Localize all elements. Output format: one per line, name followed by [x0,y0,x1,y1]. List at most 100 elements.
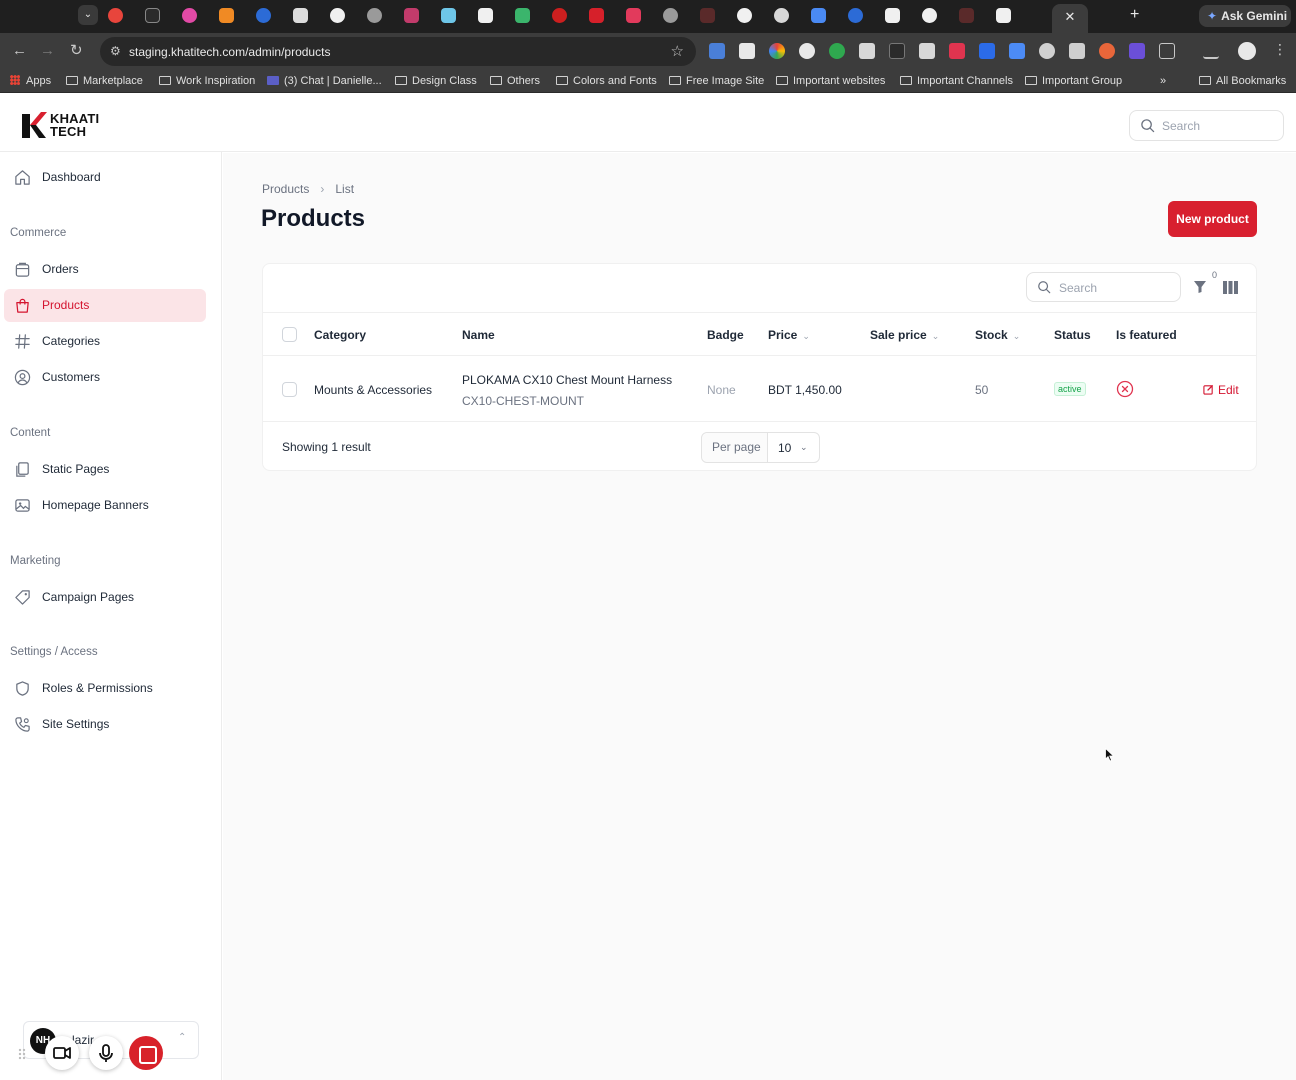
column-header-stock[interactable]: Stock ⌄ [975,328,1020,342]
bookmark-all[interactable]: All Bookmarks [1199,75,1286,87]
edit-row-link[interactable]: Edit [1203,383,1239,397]
tab-favicon[interactable] [774,8,789,23]
extension-icon[interactable] [769,43,785,59]
sidebar-item-dashboard[interactable]: Dashboard [4,161,206,194]
per-page-select[interactable]: Per page 10 ⌄ [701,432,820,463]
sidebar-item-products[interactable]: Products [4,289,206,322]
bookmark-folder[interactable]: Others [490,75,540,87]
reload-icon[interactable]: ↻ [70,42,83,60]
extension-icon[interactable] [1129,43,1145,59]
tab-favicon[interactable] [330,8,345,23]
global-search-input[interactable]: Search [1129,110,1284,141]
bookmark-star-icon[interactable]: ☆ [671,42,684,60]
tab-favicon[interactable] [256,8,271,23]
tab-favicon[interactable] [182,8,197,23]
extension-icon[interactable] [1069,43,1085,59]
extension-icon[interactable] [1039,43,1055,59]
tab-favicon[interactable] [700,8,715,23]
column-header-price[interactable]: Price ⌄ [768,328,810,342]
tab-favicon[interactable] [441,8,456,23]
extension-icon[interactable] [709,43,725,59]
puzzle-extensions-icon[interactable] [1159,43,1175,59]
chevron-down-icon: ⌄ [931,331,940,341]
tab-favicon[interactable] [848,8,863,23]
bookmark-folder[interactable]: Work Inspiration [159,75,255,87]
tab-favicon[interactable] [996,8,1011,23]
browser-menu-icon[interactable]: ⋮ [1273,41,1287,58]
extension-icon[interactable] [1099,43,1115,59]
tab-favicon[interactable] [108,8,123,23]
tab-favicon[interactable] [959,8,974,23]
column-header-sale-price[interactable]: Sale price ⌄ [870,328,939,342]
tab-favicon[interactable] [515,8,530,23]
timer-extension-icon[interactable] [829,43,845,59]
bookmark-folder[interactable]: Important Group [1025,75,1122,87]
new-product-button[interactable]: New product [1168,201,1257,237]
profile-avatar-icon[interactable] [1238,42,1256,60]
download-icon[interactable] [1203,43,1219,59]
stop-recording-button[interactable] [129,1036,163,1070]
camera-toggle-button[interactable] [45,1036,79,1070]
bookmark-folder[interactable]: Important Channels [900,75,1013,87]
extension-icon[interactable] [859,43,875,59]
drag-handle-icon[interactable] [18,1048,26,1060]
microphone-toggle-button[interactable] [89,1036,123,1070]
bookmark-folder[interactable]: Marketplace [66,75,143,87]
extension-icon[interactable] [949,43,965,59]
sidebar-item-campaign-pages[interactable]: Campaign Pages [4,581,206,614]
bookmark-folder[interactable]: Free Image Site [669,75,764,87]
sidebar-item-customers[interactable]: Customers [4,361,206,394]
sidebar-item-static-pages[interactable]: Static Pages [4,453,206,486]
sidebar-item-site-settings[interactable]: Site Settings [4,708,206,741]
extension-icon[interactable] [889,43,905,59]
new-tab-icon[interactable]: + [1130,6,1139,24]
sidebar-item-orders[interactable]: Orders [4,253,206,286]
bookmark-folder[interactable]: Colors and Fonts [556,75,657,87]
tab-favicon[interactable] [219,8,234,23]
tab-search-chevron-icon[interactable]: ⌄ [78,5,98,25]
tab-favicon[interactable] [811,8,826,23]
table-search-input[interactable]: Search [1026,272,1181,302]
tab-favicon[interactable] [737,8,752,23]
bookmark-folder[interactable]: Design Class [395,75,477,87]
forward-arrow-icon[interactable]: → [40,42,55,60]
extension-icon[interactable] [739,43,755,59]
sidebar-item-homepage-banners[interactable]: Homepage Banners [4,489,206,522]
bookmark-link[interactable]: (3) Chat | Danielle... [267,75,382,87]
tab-favicon[interactable] [922,8,937,23]
breadcrumb-products-link[interactable]: Products [262,182,309,196]
extension-icon[interactable] [919,43,935,59]
tab-favicon[interactable] [885,8,900,23]
bookmark-folder[interactable]: Important websites [776,75,885,87]
tab-favicon[interactable] [552,8,567,23]
columns-toggle-icon[interactable] [1223,281,1238,294]
tab-favicon[interactable] [145,8,160,23]
url-text[interactable]: staging.khatitech.com/admin/products [129,45,330,59]
chevron-up-icon[interactable]: ⌃ [178,1032,186,1043]
filter-funnel-icon[interactable] [1193,280,1207,294]
ask-gemini-button[interactable]: ✦ Ask Gemini [1199,5,1291,27]
sidebar-item-roles-permissions[interactable]: Roles & Permissions [4,672,206,705]
tab-favicon[interactable] [589,8,604,23]
tab-favicon[interactable] [478,8,493,23]
tab-favicon[interactable] [663,8,678,23]
active-tab-close-icon[interactable]: ✕ [1052,4,1088,33]
bookmark-apps[interactable]: Apps [10,75,51,87]
extension-icon[interactable] [979,43,995,59]
table-row[interactable]: Mounts & Accessories PLOKAMA CX10 Chest … [263,356,1256,422]
back-arrow-icon[interactable]: ← [12,42,27,60]
shopping-bag-icon [15,262,30,277]
bookmarks-overflow-icon[interactable]: » [1160,75,1166,87]
sidebar-item-categories[interactable]: Categories [4,325,206,358]
address-bar[interactable]: ⚙ staging.khatitech.com/admin/products ☆ [100,37,696,66]
tab-favicon[interactable] [293,8,308,23]
tab-favicon[interactable] [367,8,382,23]
site-settings-tune-icon[interactable]: ⚙ [110,44,121,58]
khaati-tech-logo[interactable]: KHAATI TECH [22,111,106,139]
extension-icon[interactable] [1009,43,1025,59]
select-all-checkbox[interactable] [282,327,297,342]
tab-favicon[interactable] [626,8,641,23]
row-checkbox[interactable] [282,382,297,397]
extension-icon[interactable] [799,43,815,59]
tab-favicon[interactable] [404,8,419,23]
